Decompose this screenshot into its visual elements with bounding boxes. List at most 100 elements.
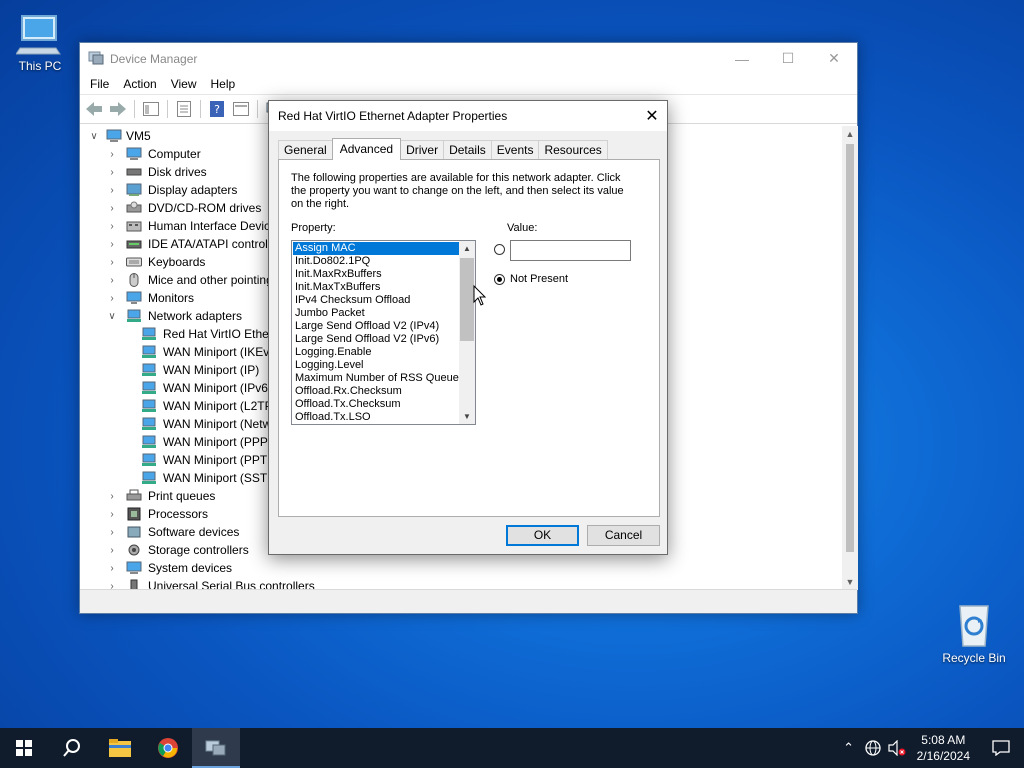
chevron-right-icon[interactable]: › xyxy=(106,491,118,502)
property-item[interactable]: Init.MaxRxBuffers xyxy=(293,268,459,281)
chevron-right-icon[interactable]: › xyxy=(106,185,118,196)
value-input[interactable] xyxy=(510,240,631,261)
tab-general[interactable]: General xyxy=(278,140,333,160)
scroll-up-icon[interactable]: ▲ xyxy=(459,241,475,256)
start-button[interactable] xyxy=(0,728,48,768)
chevron-right-icon[interactable]: › xyxy=(106,257,118,268)
chrome-button[interactable] xyxy=(144,728,192,768)
property-item[interactable]: Logging.Enable xyxy=(293,346,459,359)
chevron-right-icon[interactable]: › xyxy=(106,149,118,160)
network-adapter-item[interactable]: WAN Miniport (SSTF xyxy=(137,469,275,487)
tree-item-hid[interactable]: › Human Interface Device xyxy=(106,217,276,235)
action-icon[interactable] xyxy=(231,99,251,119)
value-radio[interactable] xyxy=(494,244,505,255)
volume-muted-icon[interactable] xyxy=(885,728,909,768)
property-item[interactable]: Init.MaxTxBuffers xyxy=(293,281,459,294)
clock[interactable]: 5:08 AM 2/16/2024 xyxy=(909,732,978,764)
cancel-button[interactable]: Cancel xyxy=(587,525,660,546)
network-adapter-item[interactable]: Red Hat VirtIO Etherr xyxy=(137,325,277,343)
tree-item-display-adapters[interactable]: › Display adapters xyxy=(106,181,237,199)
chevron-right-icon[interactable]: › xyxy=(106,293,118,304)
tree-item-dvd-drives[interactable]: › DVD/CD-ROM drives xyxy=(106,199,261,217)
notification-center-icon[interactable] xyxy=(978,728,1024,768)
property-list-scrollbar[interactable]: ▲ ▼ xyxy=(459,241,475,424)
property-item[interactable]: Init.Do802.1PQ xyxy=(293,255,459,268)
property-item[interactable]: Assign MAC xyxy=(293,242,459,255)
chevron-down-icon[interactable]: ∨ xyxy=(106,311,118,322)
chevron-right-icon[interactable]: › xyxy=(106,545,118,556)
tab-resources[interactable]: Resources xyxy=(538,140,608,160)
tree-item-computer[interactable]: › Computer xyxy=(106,145,200,163)
tree-scrollbar[interactable]: ▲ ▼ xyxy=(842,126,858,590)
this-pc-desktop-icon[interactable]: This PC xyxy=(0,8,80,73)
chevron-right-icon[interactable]: › xyxy=(106,239,118,250)
property-item[interactable]: Offload.Tx.LSO xyxy=(293,411,459,424)
property-item[interactable]: Maximum Number of RSS Queues xyxy=(293,372,459,385)
tab-events[interactable]: Events xyxy=(490,140,540,160)
property-item[interactable]: Large Send Offload V2 (IPv6) xyxy=(293,333,459,346)
chevron-right-icon[interactable]: › xyxy=(106,221,118,232)
tree-root[interactable]: ∨ VM5 xyxy=(88,127,150,145)
chevron-down-icon[interactable]: ∨ xyxy=(88,131,100,142)
chevron-right-icon[interactable]: › xyxy=(106,275,118,286)
recycle-bin-desktop-icon[interactable]: Recycle Bin xyxy=(934,600,1014,665)
network-adapter-item[interactable]: WAN Miniport (IKEv xyxy=(137,343,269,361)
scroll-thumb[interactable] xyxy=(460,258,474,341)
tree-item-processors[interactable]: › Processors xyxy=(106,505,208,523)
network-adapter-item[interactable]: WAN Miniport (PPTI xyxy=(137,451,271,469)
property-item[interactable]: Logging.Level xyxy=(293,359,459,372)
tree-item-system-devices[interactable]: › System devices xyxy=(106,559,232,577)
back-icon[interactable] xyxy=(84,99,104,119)
property-item[interactable]: Large Send Offload V2 (IPv4) xyxy=(293,320,459,333)
maximize-button[interactable]: ☐ xyxy=(765,43,811,74)
scroll-thumb[interactable] xyxy=(846,144,854,552)
tab-advanced[interactable]: Advanced xyxy=(331,138,402,160)
tab-driver[interactable]: Driver xyxy=(400,140,445,160)
close-button[interactable]: ✕ xyxy=(811,43,857,74)
tree-item-ide-controllers[interactable]: › IDE ATA/ATAPI controlle xyxy=(106,235,277,253)
property-item[interactable]: Offload.Rx.Checksum xyxy=(293,385,459,398)
properties-icon[interactable] xyxy=(174,99,194,119)
tree-item-network-adapters[interactable]: ∨ Network adapters xyxy=(106,307,242,325)
menu-file[interactable]: File xyxy=(83,74,116,94)
network-adapter-item[interactable]: WAN Miniport (IPv6 xyxy=(137,379,268,397)
network-adapter-item[interactable]: WAN Miniport (PPP xyxy=(137,433,268,451)
tree-item-monitors[interactable]: › Monitors xyxy=(106,289,194,307)
close-icon[interactable]: ✕ xyxy=(637,106,667,126)
chevron-right-icon[interactable]: › xyxy=(106,509,118,520)
network-adapter-item[interactable]: WAN Miniport (Netw xyxy=(137,415,271,433)
search-button[interactable] xyxy=(48,728,96,768)
tree-item-mice[interactable]: › Mice and other pointing xyxy=(106,271,273,289)
dialog-title-bar[interactable]: Red Hat VirtIO Ethernet Adapter Properti… xyxy=(269,101,667,131)
chevron-right-icon[interactable]: › xyxy=(106,563,118,574)
chevron-right-icon[interactable]: › xyxy=(106,167,118,178)
menu-view[interactable]: View xyxy=(164,74,204,94)
tree-item-storage-controllers[interactable]: › Storage controllers xyxy=(106,541,248,559)
scroll-up-icon[interactable]: ▲ xyxy=(842,126,858,142)
minimize-button[interactable]: — xyxy=(719,43,765,74)
forward-icon[interactable] xyxy=(108,99,128,119)
tree-item-keyboards[interactable]: › Keyboards xyxy=(106,253,205,271)
scroll-down-icon[interactable]: ▼ xyxy=(842,574,858,590)
chevron-right-icon[interactable]: › xyxy=(106,203,118,214)
network-globe-icon[interactable] xyxy=(861,728,885,768)
file-explorer-button[interactable] xyxy=(96,728,144,768)
tree-item-print-queues[interactable]: › Print queues xyxy=(106,487,215,505)
menu-action[interactable]: Action xyxy=(116,74,163,94)
property-list[interactable]: Assign MAC Init.Do802.1PQ Init.MaxRxBuff… xyxy=(291,240,476,425)
chevron-right-icon[interactable]: › xyxy=(106,527,118,538)
menu-help[interactable]: Help xyxy=(204,74,243,94)
network-adapter-item[interactable]: WAN Miniport (L2TP xyxy=(137,397,273,415)
ok-button[interactable]: OK xyxy=(506,525,579,546)
device-manager-taskbar-button[interactable] xyxy=(192,728,240,768)
chevron-up-icon[interactable]: ⌃ xyxy=(837,728,861,768)
show-hide-tree-icon[interactable] xyxy=(141,99,161,119)
tree-item-software-devices[interactable]: › Software devices xyxy=(106,523,239,541)
property-item[interactable]: Jumbo Packet xyxy=(293,307,459,320)
property-item[interactable]: IPv4 Checksum Offload xyxy=(293,294,459,307)
not-present-radio[interactable] xyxy=(494,274,505,285)
network-adapter-item[interactable]: WAN Miniport (IP) xyxy=(137,361,259,379)
help-icon[interactable]: ? xyxy=(207,99,227,119)
scroll-down-icon[interactable]: ▼ xyxy=(459,409,475,424)
property-item[interactable]: Offload.Tx.Checksum xyxy=(293,398,459,411)
